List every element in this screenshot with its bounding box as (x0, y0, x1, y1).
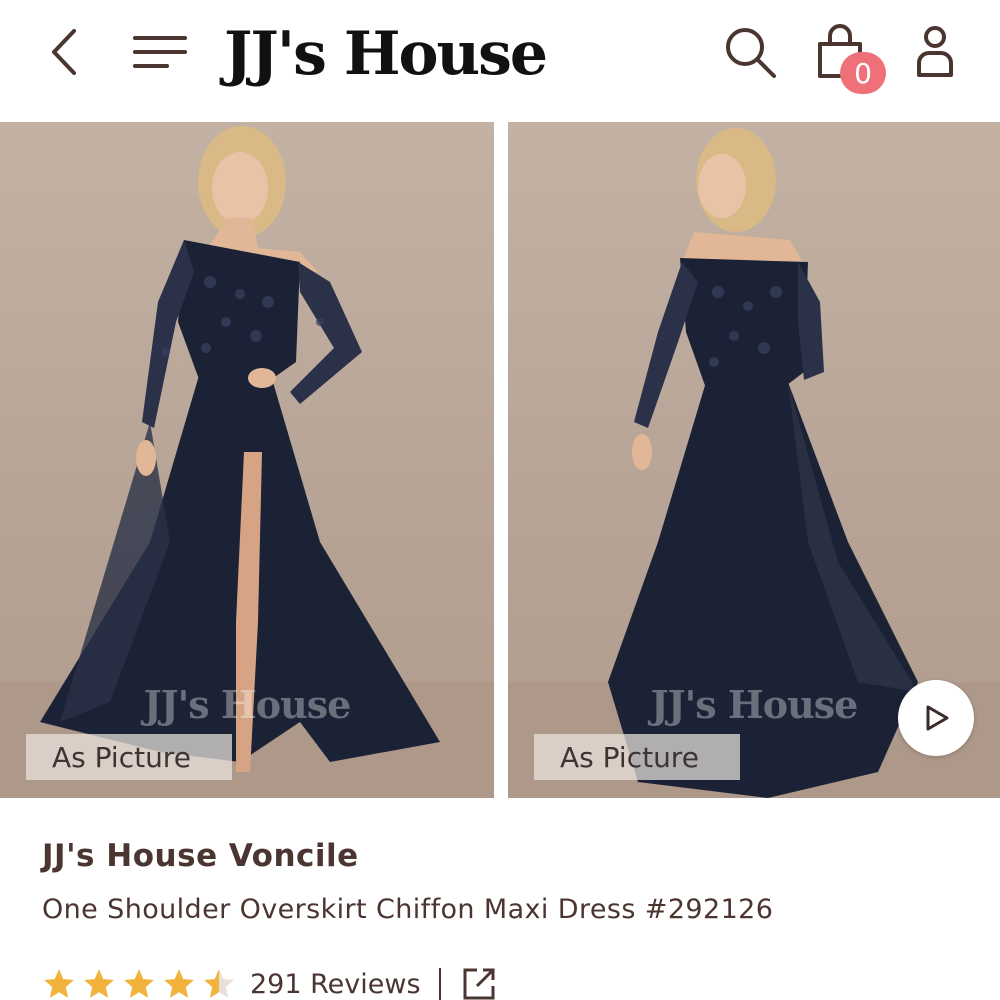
cart-count-badge: 0 (840, 52, 886, 94)
product-brand-title: JJ's House Voncile (42, 838, 359, 874)
account-icon (917, 26, 953, 77)
product-name: One Shoulder Overskirt Chiffon Maxi Dres… (42, 894, 774, 925)
star-icon (84, 969, 114, 998)
search-icon (726, 28, 776, 78)
site-logo[interactable]: JJ's House (224, 16, 548, 92)
product-photo-front[interactable]: JJ's House As Picture (0, 122, 494, 798)
rating-stars[interactable] (42, 967, 236, 1000)
back-icon (52, 29, 76, 75)
photo-watermark: JJ's House (143, 682, 352, 727)
menu-icon (133, 36, 187, 68)
rating-row: 291 Reviews (42, 962, 499, 1000)
menu-button[interactable] (128, 24, 190, 80)
star-icon (124, 969, 154, 998)
star-icon (44, 969, 74, 998)
star-icon (164, 969, 194, 998)
divider (438, 968, 441, 1000)
half-star-icon (204, 969, 234, 998)
color-tag: As Picture (534, 734, 740, 780)
color-tag: As Picture (26, 734, 232, 780)
search-button[interactable] (720, 22, 780, 82)
play-video-button[interactable] (898, 680, 974, 756)
reviews-link[interactable]: 291 Reviews (250, 969, 421, 1000)
share-icon (463, 968, 495, 1000)
back-button[interactable] (40, 22, 90, 82)
header: JJ's House 0 (0, 0, 1000, 110)
account-button[interactable] (910, 22, 960, 82)
product-gallery[interactable]: JJ's House As Picture JJ's House As Pict… (0, 122, 1000, 798)
share-button[interactable] (459, 964, 499, 1000)
play-icon (926, 705, 949, 731)
